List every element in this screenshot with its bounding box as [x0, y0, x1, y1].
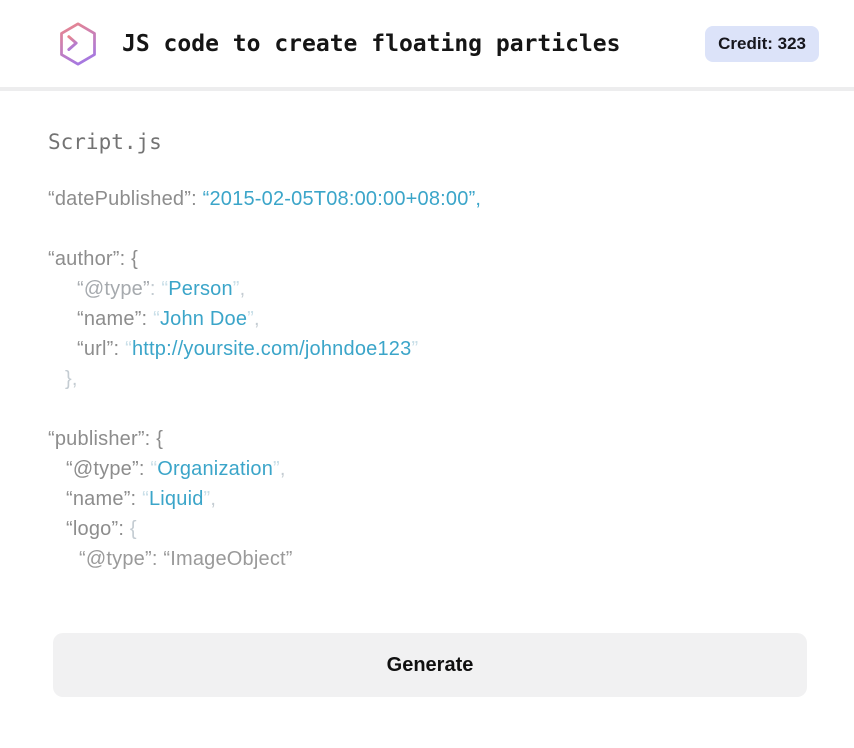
code-line: “name”: “Liquid”, — [66, 488, 217, 510]
code-line: “name”: “John Doe”, — [77, 308, 260, 330]
code-line: “logo”: { — [66, 518, 137, 540]
terminal-prompt-hexagon-icon — [60, 21, 96, 66]
generate-button[interactable]: Generate — [53, 633, 807, 697]
page-title: JS code to create floating particles — [122, 30, 621, 57]
code-line: “publisher”: { — [48, 428, 164, 450]
file-title: Script.js — [48, 130, 162, 154]
code-line: }, — [65, 368, 78, 390]
code-line: “@type”: “ImageObject” — [79, 548, 293, 570]
header: JS code to create floating particles Cre… — [0, 0, 854, 91]
code-line: “datePublished”: “2015-02-05T08:00:00+08… — [48, 188, 482, 210]
credit-badge: Credit: 323 — [705, 25, 819, 62]
code-line: “url”: “http://yoursite.com/johndoe123” — [77, 338, 419, 360]
code-line: “author”: { — [48, 248, 139, 270]
main-content: Script.js “datePublished”: “2015-02-05T0… — [0, 91, 854, 697]
code-line: “@type”: “Person”, — [77, 278, 246, 300]
app-logo — [56, 20, 100, 68]
code-line: “@type”: “Organization”, — [66, 458, 286, 480]
code-block: “datePublished”: “2015-02-05T08:00:00+08… — [48, 184, 806, 574]
